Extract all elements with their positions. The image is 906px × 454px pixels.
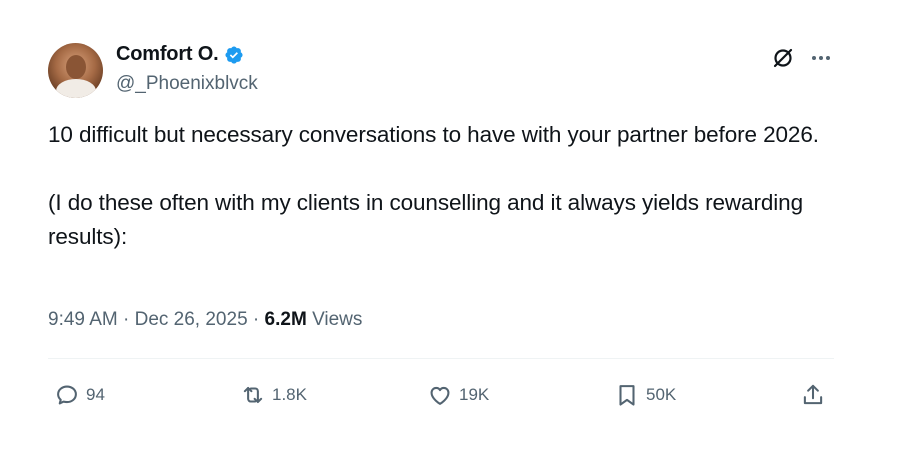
- like-count: 19K: [459, 385, 490, 404]
- like-icon: [430, 386, 450, 405]
- author-handle[interactable]: @_Phoenixblvck: [116, 73, 258, 95]
- views-count: 6.2M: [264, 309, 307, 330]
- author-name[interactable]: Comfort O.: [116, 43, 219, 66]
- reply-button[interactable]: 94: [54, 380, 105, 410]
- avatar-shoulders: [56, 79, 96, 98]
- meta-separator: ·: [252, 309, 260, 330]
- tweet-date[interactable]: Dec 26, 2025: [135, 309, 248, 330]
- reply-count: 94: [86, 385, 105, 404]
- tweet-text: 10 difficult but necessary conversations…: [48, 122, 819, 249]
- more-icon[interactable]: [808, 45, 834, 71]
- grok-icon[interactable]: [770, 45, 796, 71]
- tweet-meta: 9:49 AM · Dec 26, 2025 · 6.2M Views: [48, 309, 362, 331]
- verified-badge-icon: [225, 45, 243, 64]
- bookmark-button[interactable]: 50K: [614, 380, 676, 410]
- bookmark-count: 50K: [646, 385, 677, 404]
- avatar-face: [66, 55, 86, 79]
- repost-icon: [243, 386, 263, 404]
- share-button[interactable]: [800, 380, 826, 410]
- repost-count: 1.8K: [272, 385, 307, 404]
- bookmark-icon: [619, 385, 635, 406]
- divider: [48, 358, 834, 359]
- author-name-row[interactable]: Comfort O.: [116, 43, 244, 66]
- like-button[interactable]: 19K: [427, 380, 489, 410]
- repost-button[interactable]: 1.8K: [240, 380, 307, 410]
- views-label: Views: [312, 309, 363, 330]
- reply-icon: [57, 385, 77, 405]
- avatar[interactable]: [48, 43, 103, 98]
- tweet-time[interactable]: 9:49 AM: [48, 309, 118, 330]
- share-icon: [803, 384, 823, 405]
- meta-separator: ·: [123, 309, 130, 330]
